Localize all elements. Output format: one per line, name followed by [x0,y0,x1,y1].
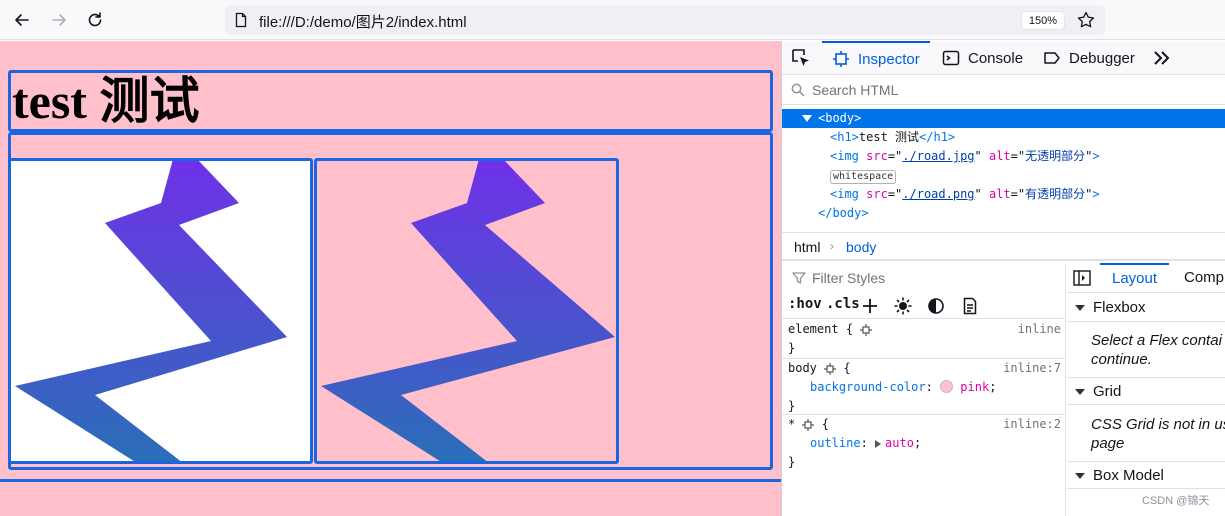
markup-tree: <body> <h1>test 测试</h1> <img src="./road… [782,107,1225,233]
expand-triangle-icon[interactable] [875,439,882,448]
tab-label: Debugger [1069,49,1135,67]
browser-toolbar: file:///D:/demo/图片2/index.html 150% [0,0,1225,40]
breadcrumb-html[interactable]: html [794,239,820,255]
html-outline-edge [0,479,781,482]
rules-panel: :hov .cls inline element { } inline:7 bo… [782,263,1066,516]
devtools-tab-bar: Inspector Console Debugger [782,41,1225,75]
markup-node-body[interactable]: <body> [782,109,1225,128]
node-highlight-icon[interactable] [824,362,837,375]
filter-funnel-icon [792,272,806,284]
road-zigzag-graphic [321,161,615,461]
forward-icon [52,14,66,26]
declaration-outline[interactable]: outline: auto; [782,434,1066,453]
collapse-triangle-icon [1075,389,1085,396]
collapse-triangle-icon [1075,473,1085,480]
markup-node-body-close[interactable]: </body> [782,204,1225,223]
rule-element: inline element { } [782,320,1066,359]
collapse-triangle-icon[interactable] [802,115,812,122]
zoom-level-badge[interactable]: 150% [1020,11,1065,30]
print-document-icon[interactable] [960,296,980,316]
reload-icon [88,12,102,27]
tab-layout[interactable]: Layout [1100,263,1170,293]
dark-scheme-contrast-icon[interactable] [926,296,946,316]
markup-node-img-jpg[interactable]: <img src="./road.jpg" alt="无透明部分"> [782,147,1225,166]
grid-note: CSS Grid is not in us page [1091,416,1225,452]
collapse-triangle-icon [1075,305,1085,312]
tab-console[interactable]: Console [942,41,1023,75]
road-png-image [314,158,619,464]
road-jpg-image [8,158,313,464]
element-node-icon[interactable] [860,323,873,336]
search-icon [791,83,805,97]
search-html-input[interactable] [810,80,1210,100]
markup-node-img-png[interactable]: <img src="./road.png" alt="有透明部分"> [782,185,1225,204]
markup-whitespace-node[interactable]: whitespace [782,166,1225,185]
more-tabs-chevron-icon[interactable] [1152,49,1172,67]
tab-label: Inspector [858,50,920,68]
back-icon [15,14,29,26]
element-picker-icon[interactable] [790,47,812,69]
tab-inspector[interactable]: Inspector [822,41,930,75]
inspector-icon [833,51,849,67]
devtools-panel: Inspector Console Debugger <body> <h1>te… [781,41,1225,516]
add-rule-plus-icon[interactable] [860,296,880,316]
page-heading: test 测试 [12,73,200,129]
breadcrumb-separator-icon: › [830,239,834,253]
flexbox-note: Select a Flex contai continue. [1091,332,1222,368]
cls-toggle[interactable]: .cls [826,296,860,312]
tab-computed[interactable]: Comp [1184,263,1224,293]
search-html-bar [782,75,1225,105]
file-icon [235,12,247,28]
filter-styles-bar [782,263,1066,293]
console-icon [942,50,960,66]
road-zigzag-graphic [15,161,287,461]
toggle-sidebar-icon[interactable] [1073,270,1091,286]
markup-node-h1[interactable]: <h1>test 测试</h1> [782,128,1225,147]
light-scheme-sun-icon[interactable] [893,296,913,316]
filter-styles-input[interactable] [810,268,1050,288]
breadcrumb-body[interactable]: body [846,239,876,255]
breadcrumb: html › body [782,232,1225,261]
rule-universal: inline:2 * { outline: auto; } [782,415,1066,473]
reload-button[interactable] [83,8,107,32]
watermark: CSDN @锦天 [1142,495,1210,507]
url-text[interactable]: file:///D:/demo/图片2/index.html [259,11,467,32]
section-flexbox[interactable]: Flexbox [1067,294,1225,322]
back-button[interactable] [10,8,34,32]
rule-body: inline:7 body { background-color: pink; … [782,359,1066,415]
section-box-model[interactable]: Box Model [1067,461,1225,489]
layout-panel: Layout Comp Flexbox Select a Flex contai… [1067,263,1225,516]
page-viewport: test 测试 [0,41,781,516]
tab-label: Console [968,49,1024,67]
rule-toolbar: :hov .cls [782,293,1066,319]
hov-toggle[interactable]: :hov [788,296,822,312]
color-swatch[interactable] [940,380,954,393]
declaration-background-color[interactable]: background-color: pink; [782,378,1066,397]
url-bar[interactable]: file:///D:/demo/图片2/index.html 150% [225,5,1105,35]
sidebar-tab-bar: Layout Comp [1067,263,1225,293]
bookmark-star-icon[interactable] [1076,10,1096,30]
debugger-icon [1044,52,1060,64]
section-grid[interactable]: Grid [1067,377,1225,405]
node-highlight-icon[interactable] [802,418,815,431]
forward-button[interactable] [47,8,71,32]
tab-debugger[interactable]: Debugger [1043,41,1135,75]
